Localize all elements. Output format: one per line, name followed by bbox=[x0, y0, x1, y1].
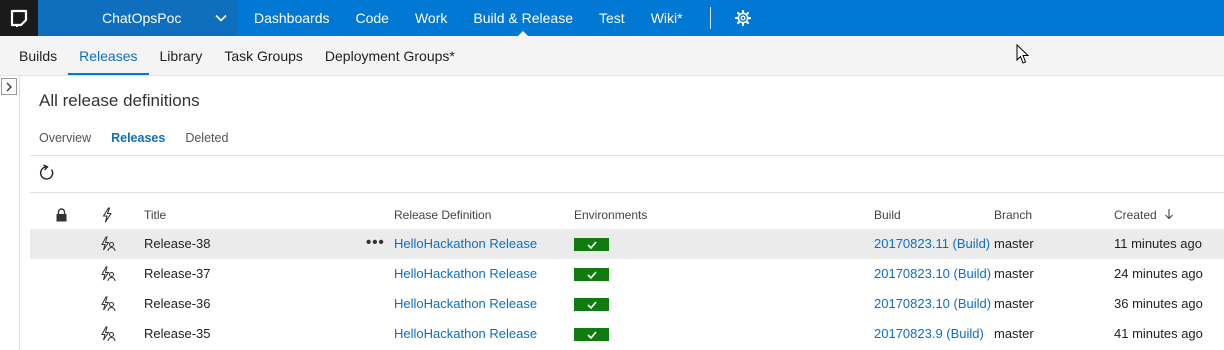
subnav-releases[interactable]: Releases bbox=[68, 36, 149, 75]
branch-name: master bbox=[994, 266, 1034, 281]
trigger-user-icon bbox=[101, 296, 116, 312]
checkmark-icon bbox=[586, 300, 597, 309]
trigger-icon bbox=[102, 207, 112, 223]
column-header-title[interactable]: Title bbox=[144, 208, 166, 224]
subnav-builds[interactable]: Builds bbox=[0, 36, 68, 75]
environment-status-badge[interactable] bbox=[574, 238, 609, 251]
nav-build-release[interactable]: Build & Release bbox=[460, 0, 586, 36]
release-title[interactable]: Release-36 bbox=[144, 289, 211, 319]
build-release-subnav: Builds Releases Library Task Groups Depl… bbox=[0, 36, 1224, 76]
created-time: 36 minutes ago bbox=[1114, 296, 1203, 311]
page-title: All release definitions bbox=[39, 91, 200, 110]
column-header-created-label: Created bbox=[1114, 208, 1157, 222]
divider bbox=[30, 192, 1224, 193]
tab-deleted[interactable]: Deleted bbox=[185, 131, 228, 145]
column-header-branch[interactable]: Branch bbox=[994, 208, 1032, 224]
chevron-right-icon bbox=[6, 82, 12, 91]
lock-icon bbox=[56, 208, 67, 222]
nav-dashboards[interactable]: Dashboards bbox=[238, 0, 343, 36]
table-row[interactable]: Release-38 ••• HelloHackathon Release 20… bbox=[30, 229, 1224, 259]
nav-divider bbox=[709, 7, 711, 29]
top-navigation-bar: ChatOpsPoc Dashboards Code Work Build & … bbox=[0, 0, 1224, 36]
checkmark-icon bbox=[586, 330, 597, 339]
release-title[interactable]: Release-37 bbox=[144, 259, 211, 289]
logo-icon[interactable] bbox=[0, 0, 38, 36]
refresh-icon[interactable] bbox=[38, 164, 56, 182]
subnav-task-groups[interactable]: Task Groups bbox=[213, 36, 314, 75]
column-header-release-definition[interactable]: Release Definition bbox=[394, 208, 491, 224]
expand-panel-button[interactable] bbox=[1, 78, 17, 95]
release-definition-link[interactable]: HelloHackathon Release bbox=[394, 289, 537, 319]
subnav-library[interactable]: Library bbox=[149, 36, 214, 75]
column-header-environments[interactable]: Environments bbox=[574, 208, 647, 224]
build-link[interactable]: 20170823.10 (Build) bbox=[874, 289, 991, 319]
left-panel-rail bbox=[0, 76, 20, 350]
created-time: 41 minutes ago bbox=[1114, 326, 1203, 341]
created-time: 11 minutes ago bbox=[1114, 236, 1202, 251]
branch-name: master bbox=[994, 326, 1034, 341]
checkmark-icon bbox=[586, 240, 597, 249]
environment-status-badge[interactable] bbox=[574, 268, 609, 281]
release-definition-link[interactable]: HelloHackathon Release bbox=[394, 319, 537, 349]
table-row[interactable]: Release-36 HelloHackathon Release 201708… bbox=[30, 289, 1224, 319]
nav-work[interactable]: Work bbox=[402, 0, 460, 36]
nav-code[interactable]: Code bbox=[343, 0, 402, 36]
branch-name: master bbox=[994, 296, 1034, 311]
release-tabs: Overview Releases Deleted bbox=[39, 131, 228, 145]
chevron-down-icon bbox=[215, 14, 227, 22]
hub-navigation: Dashboards Code Work Build & Release Tes… bbox=[238, 0, 761, 36]
trigger-user-icon bbox=[101, 266, 116, 282]
nav-wiki[interactable]: Wiki* bbox=[638, 0, 696, 36]
more-actions-icon[interactable]: ••• bbox=[366, 229, 385, 259]
build-link[interactable]: 20170823.9 (Build) bbox=[874, 319, 984, 349]
trigger-user-icon bbox=[101, 236, 116, 252]
divider bbox=[30, 155, 1224, 156]
subnav-deployment-groups[interactable]: Deployment Groups* bbox=[314, 36, 466, 75]
table-row[interactable]: Release-35 HelloHackathon Release 201708… bbox=[30, 319, 1224, 349]
release-title[interactable]: Release-38 bbox=[144, 229, 211, 259]
checkmark-icon bbox=[586, 270, 597, 279]
gear-icon[interactable] bbox=[725, 0, 761, 36]
tab-overview[interactable]: Overview bbox=[39, 131, 91, 145]
sort-descending-icon bbox=[1165, 209, 1173, 220]
branch-name: master bbox=[994, 236, 1034, 251]
created-time: 24 minutes ago bbox=[1114, 266, 1203, 281]
release-definition-link[interactable]: HelloHackathon Release bbox=[394, 229, 537, 259]
project-name: ChatOpsPoc bbox=[102, 10, 182, 26]
column-header-build[interactable]: Build bbox=[874, 208, 901, 224]
build-link[interactable]: 20170823.10 (Build) bbox=[874, 259, 991, 289]
trigger-user-icon bbox=[101, 326, 116, 342]
project-selector[interactable]: ChatOpsPoc bbox=[38, 0, 238, 36]
mouse-cursor-icon bbox=[1016, 44, 1030, 64]
environment-status-badge[interactable] bbox=[574, 328, 609, 341]
build-link[interactable]: 20170823.11 (Build) bbox=[874, 229, 990, 259]
table-row[interactable]: Release-37 HelloHackathon Release 201708… bbox=[30, 259, 1224, 289]
environment-status-badge[interactable] bbox=[574, 298, 609, 311]
column-header-created[interactable]: Created bbox=[1114, 208, 1174, 224]
release-definition-link[interactable]: HelloHackathon Release bbox=[394, 259, 537, 289]
tab-releases[interactable]: Releases bbox=[111, 131, 165, 145]
nav-test[interactable]: Test bbox=[586, 0, 638, 36]
release-title[interactable]: Release-35 bbox=[144, 319, 211, 349]
